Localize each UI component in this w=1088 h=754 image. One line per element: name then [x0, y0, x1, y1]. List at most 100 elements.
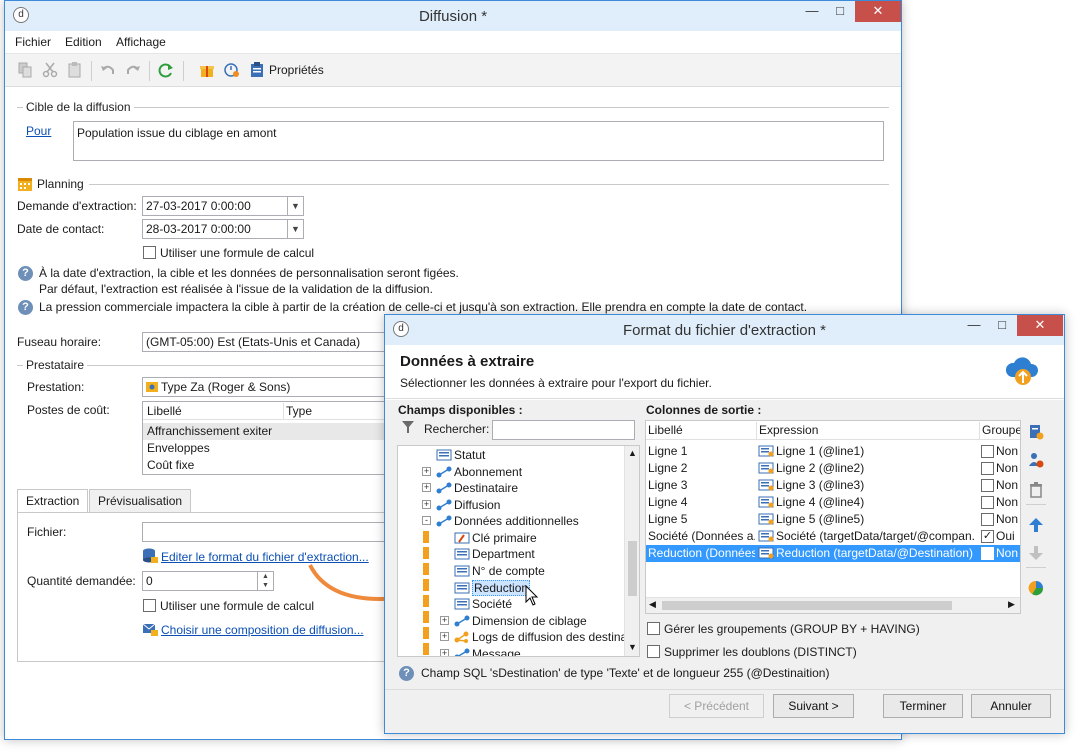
group-checkbox[interactable]: [981, 462, 994, 475]
menu-affichage[interactable]: Affichage: [116, 35, 166, 49]
column-header-type[interactable]: Type: [283, 403, 312, 420]
add-user-field-icon[interactable]: [1028, 452, 1044, 468]
redo-icon[interactable]: [125, 62, 141, 78]
file-field[interactable]: [142, 522, 387, 542]
expand-icon[interactable]: +: [422, 483, 431, 492]
close-button[interactable]: ✕: [855, 1, 901, 22]
dialog-header: Données à extraire Sélectionner les donn…: [385, 345, 1064, 399]
planning-formula-checkbox[interactable]: [143, 246, 156, 259]
column-header-libelle[interactable]: Libellé: [147, 403, 182, 420]
table-row[interactable]: Coût fixe: [143, 457, 386, 474]
timezone-field[interactable]: (GMT-05:00) Est (Etats-Unis et Canada): [142, 332, 387, 352]
table-row[interactable]: Société (Données a... Société (targetData…: [646, 528, 1020, 545]
collapse-icon[interactable]: -: [422, 516, 431, 525]
maximize-button[interactable]: □: [827, 1, 853, 22]
tree-scroll-thumb[interactable]: [628, 541, 637, 596]
gift-icon[interactable]: [199, 62, 215, 78]
tree-scrollbar[interactable]: ▲ ▼: [624, 446, 639, 656]
contact-date-field[interactable]: 28-03-2017 0:00:00 ▼: [142, 219, 304, 239]
output-group-cell: Non: [996, 512, 1019, 526]
group-by-checkbox[interactable]: [647, 622, 660, 635]
add-column-icon[interactable]: [1028, 424, 1044, 440]
field-icon: [454, 548, 470, 560]
column-header-expression[interactable]: Expression: [756, 422, 818, 439]
table-row[interactable]: Reduction (Données Reduction (targetData/…: [646, 545, 1020, 562]
chevron-down-icon[interactable]: ▼: [287, 220, 303, 238]
target-for-link[interactable]: Pour: [26, 124, 51, 138]
contact-date-label: Date de contact:: [17, 222, 105, 236]
group-checkbox[interactable]: [981, 513, 994, 526]
main-title-bar[interactable]: d Diffusion * — □ ✕: [5, 1, 901, 31]
output-group-cell: Non: [996, 444, 1019, 458]
trash-icon[interactable]: [1028, 482, 1044, 498]
choose-composition-link[interactable]: Choisir une composition de diffusion...: [161, 623, 364, 637]
expand-icon[interactable]: +: [422, 499, 431, 509]
chevron-down-icon[interactable]: ▼: [628, 642, 637, 652]
table-row[interactable]: Ligne 3 Ligne 3 (@line3) Non: [646, 477, 1020, 494]
dialog-title-bar[interactable]: d Format du fichier d'extraction * — □ ✕: [385, 315, 1064, 345]
group-checkbox[interactable]: [981, 445, 994, 458]
finish-button[interactable]: Terminer: [883, 694, 963, 718]
stepper-arrows-icon[interactable]: ▲ ▼: [257, 572, 273, 590]
menu-bar: Fichier Edition Affichage: [5, 31, 901, 53]
cloud-upload-icon: [1005, 357, 1039, 385]
minimize-button[interactable]: —: [799, 1, 825, 22]
undo-icon[interactable]: [100, 62, 116, 78]
expand-icon[interactable]: +: [440, 648, 449, 656]
group-checkbox[interactable]: [981, 479, 994, 492]
search-input[interactable]: [492, 420, 635, 440]
schedule-icon[interactable]: [224, 62, 240, 78]
expand-icon[interactable]: +: [440, 632, 449, 641]
previous-button[interactable]: < Précédent: [669, 694, 764, 718]
distribution-chart-icon[interactable]: [1028, 580, 1044, 596]
table-row[interactable]: Ligne 5 Ligne 5 (@line5) Non: [646, 511, 1020, 528]
table-row[interactable]: Ligne 4 Ligne 4 (@line4) Non: [646, 494, 1020, 511]
copy-icon[interactable]: [17, 62, 33, 78]
dialog-maximize-button[interactable]: □: [989, 315, 1015, 336]
table-row[interactable]: Ligne 2 Ligne 2 (@line2) Non: [646, 460, 1020, 477]
dialog-close-button[interactable]: ✕: [1017, 315, 1063, 336]
arrow-up-icon[interactable]: [1028, 517, 1044, 533]
service-value: Type Za (Roger & Sons): [161, 380, 291, 394]
chevron-down-icon[interactable]: ▼: [287, 197, 303, 215]
table-row[interactable]: Enveloppes: [143, 440, 386, 457]
paste-icon[interactable]: [67, 62, 83, 78]
column-header-libelle[interactable]: Libellé: [648, 422, 683, 439]
expression-icon: [758, 530, 774, 542]
dialog-minimize-button[interactable]: —: [961, 315, 987, 336]
properties-button[interactable]: Propriétés: [269, 63, 324, 77]
service-field[interactable]: Type Za (Roger & Sons): [142, 377, 387, 397]
quantity-stepper[interactable]: 0 ▲ ▼: [142, 571, 274, 591]
menu-edition[interactable]: Edition: [65, 35, 102, 49]
output-horizontal-scrollbar[interactable]: ◀ ▶: [646, 597, 1020, 613]
refresh-icon[interactable]: [158, 62, 174, 78]
group-checkbox[interactable]: ✓: [981, 530, 994, 543]
expand-icon[interactable]: +: [440, 615, 449, 625]
cancel-button[interactable]: Annuler: [971, 694, 1051, 718]
expand-icon[interactable]: +: [422, 466, 431, 476]
output-rows-container: Ligne 1 Ligne 1 (@line1) Non Ligne 2 Ligne 2…: [646, 443, 1020, 593]
chevron-left-icon[interactable]: ◀: [649, 599, 656, 610]
output-scroll-thumb[interactable]: [662, 601, 952, 610]
table-row[interactable]: Affranchissement exiter: [143, 423, 386, 440]
arrow-down-icon[interactable]: [1028, 545, 1044, 561]
planning-section-title: Planning: [37, 177, 84, 191]
tree-node-label: Dimension de ciblage: [472, 613, 587, 628]
cut-icon[interactable]: [42, 62, 58, 78]
tab-preview[interactable]: Prévisualisation: [89, 489, 192, 513]
distinct-checkbox[interactable]: [647, 645, 660, 658]
tab-extraction[interactable]: Extraction: [17, 489, 89, 513]
extraction-date-field[interactable]: 27-03-2017 0:00:00 ▼: [142, 196, 304, 216]
chevron-up-icon[interactable]: ▲: [628, 448, 637, 458]
table-row[interactable]: Ligne 1 Ligne 1 (@line1) Non: [646, 443, 1020, 460]
next-button[interactable]: Suivant >: [773, 694, 854, 718]
target-description-field[interactable]: Population issue du ciblage en amont: [73, 121, 884, 161]
link-icon: [436, 466, 452, 477]
menu-fichier[interactable]: Fichier: [15, 35, 51, 49]
group-checkbox[interactable]: [981, 496, 994, 509]
column-header-groupe[interactable]: Groupe: [979, 422, 1020, 439]
chevron-right-icon[interactable]: ▶: [1008, 599, 1015, 610]
extraction-formula-checkbox[interactable]: [143, 599, 156, 612]
group-checkbox[interactable]: [981, 547, 994, 560]
properties-icon[interactable]: [249, 62, 265, 78]
